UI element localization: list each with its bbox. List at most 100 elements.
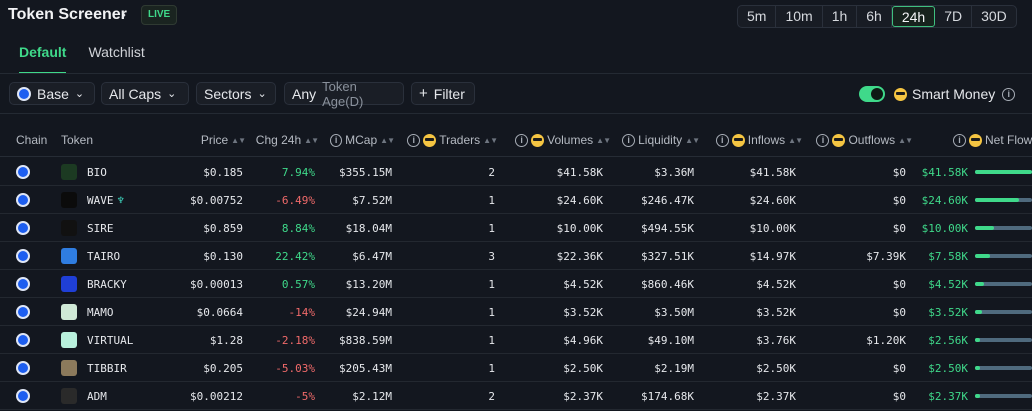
cell-liquidity: $3.36M: [654, 166, 694, 179]
timeframe-7d[interactable]: 7D: [935, 6, 973, 27]
cell-price: $0.130: [203, 250, 243, 263]
cell-netflow: $10.00K: [921, 222, 968, 235]
table-row[interactable]: WAVE ♆ $0.00752 -6.49% $7.52M 1 $24.60K $246.47…: [0, 186, 1032, 214]
col-inflows[interactable]: i Inflows ▲▼: [710, 133, 803, 147]
token-name[interactable]: TAIRO: [87, 250, 120, 263]
chain-dropdown[interactable]: Base ⌄: [9, 82, 95, 105]
cell-chg: 0.57%: [281, 278, 315, 291]
token-name[interactable]: WAVE ♆: [87, 194, 124, 207]
table-row[interactable]: TAIRO $0.130 22.42% $6.47M 3 $22.36K $327.51K $…: [0, 242, 1032, 270]
info-icon[interactable]: i: [816, 133, 830, 147]
table-row[interactable]: VIRTUAL $1.28 -2.18% $838.59M 1 $4.96K $49.10M…: [0, 326, 1032, 354]
cell-mcap: $2.12M: [352, 390, 392, 403]
netflow-bar-fill: [975, 338, 981, 342]
smart-money-icon: [832, 133, 846, 147]
sort-icon: ▲▼: [898, 135, 913, 145]
cell-netflow: $2.50K: [928, 362, 968, 375]
token-age-label: Token Age(D): [322, 78, 364, 109]
token-symbol: BIO: [87, 166, 107, 179]
filter-button-label: Filter: [433, 85, 465, 102]
timeframe-5m[interactable]: 5m: [738, 6, 777, 27]
info-icon[interactable]: i: [953, 133, 966, 147]
token-name[interactable]: VIRTUAL: [87, 334, 133, 347]
table-row[interactable]: TIBBIR $0.205 -5.03% $205.43M 1 $2.50K $2.19M $…: [0, 354, 1032, 382]
col-liquidity[interactable]: i Liquidity ▲▼: [618, 133, 700, 147]
chevron-down-icon: ⌄: [167, 88, 177, 100]
cell-price: $0.185: [203, 166, 243, 179]
info-icon[interactable]: i: [622, 133, 636, 147]
cell-outflows: $0: [892, 306, 906, 319]
info-icon[interactable]: i: [715, 133, 729, 147]
table-row[interactable]: SIRE $0.859 8.84% $18.04M 1 $10.00K $494.55K $1…: [0, 214, 1032, 242]
cell-liquidity: $49.10M: [647, 334, 694, 347]
token-name[interactable]: BIO: [87, 166, 107, 179]
page-title[interactable]: Token Screener: [8, 6, 127, 24]
smart-money-icon: [894, 87, 907, 101]
chevron-right-icon[interactable]: ›: [121, 6, 126, 23]
timeframe-1h[interactable]: 1h: [823, 6, 858, 27]
tab-watchlist[interactable]: Watchlist: [88, 44, 144, 74]
cell-traders: 1: [488, 222, 495, 235]
info-icon[interactable]: i: [330, 133, 343, 147]
cell-netflow: $2.56K: [928, 334, 968, 347]
col-traders-label: Traders: [439, 133, 481, 147]
col-outflows[interactable]: i Outflows ▲▼: [812, 133, 913, 147]
token-symbol: BRACKY: [87, 278, 127, 291]
cell-mcap: $7.52M: [352, 194, 392, 207]
col-price[interactable]: Price ▲▼: [200, 133, 246, 147]
token-age-input[interactable]: Any Token Age(D): [284, 79, 404, 109]
timeframe-30d[interactable]: 30D: [972, 6, 1016, 27]
cell-traders: 1: [488, 306, 495, 319]
cell-inflows: $4.52K: [756, 278, 796, 291]
token-name[interactable]: SIRE: [87, 222, 114, 235]
timeframe-10m[interactable]: 10m: [776, 6, 823, 27]
timeframe-24h[interactable]: 24h: [891, 6, 936, 27]
cell-mcap: $355.15M: [339, 166, 392, 179]
token-name[interactable]: MAMO: [87, 306, 114, 319]
table-row[interactable]: BIO $0.185 7.94% $355.15M 2 $41.58K $3.36M $41.…: [0, 158, 1032, 186]
token-logo-icon: [61, 192, 77, 208]
cell-volumes: $22.36K: [556, 250, 603, 263]
col-chg24h-label: Chg 24h: [255, 133, 302, 147]
col-volumes[interactable]: i Volumes ▲▼: [510, 133, 611, 147]
smart-money-icon: [969, 133, 982, 147]
smart-money-toggle[interactable]: [859, 86, 885, 102]
token-logo-icon: [61, 276, 77, 292]
col-mcap[interactable]: i MCap ▲▼: [330, 133, 395, 147]
netflow-bar-fill: [975, 282, 985, 286]
token-name[interactable]: BRACKY: [87, 278, 127, 291]
col-netflow[interactable]: i Net Flow: [953, 133, 1032, 147]
filter-button[interactable]: + Filter: [411, 82, 475, 105]
base-chain-icon: [16, 221, 30, 235]
netflow-bar-fill: [975, 394, 981, 398]
cell-inflows: $2.37K: [756, 390, 796, 403]
sort-icon: ▲▼: [304, 135, 319, 145]
cell-chg: -5.03%: [275, 362, 315, 375]
timeframe-6h[interactable]: 6h: [857, 6, 892, 27]
token-logo-icon: [61, 248, 77, 264]
table-row[interactable]: ADM $0.00212 -5% $2.12M 2 $2.37K $174.68K $2.37…: [0, 382, 1032, 410]
smart-money-filter[interactable]: Smart Money i: [894, 86, 1016, 102]
caps-dropdown[interactable]: All Caps ⌄: [101, 82, 189, 105]
token-logo-icon: [61, 304, 77, 320]
cell-chg: -5%: [295, 390, 315, 403]
table-row[interactable]: MAMO $0.0664 -14% $24.94M 1 $3.52K $3.50M $3.52…: [0, 298, 1032, 326]
table-row[interactable]: BRACKY $0.00013 0.57% $13.20M 1 $4.52K $860.46…: [0, 270, 1032, 298]
cell-chg: 22.42%: [275, 250, 315, 263]
token-name[interactable]: ADM: [87, 390, 107, 403]
cell-chg: 8.84%: [281, 222, 315, 235]
col-chg24h[interactable]: Chg 24h ▲▼: [253, 133, 319, 147]
cell-traders: 2: [488, 390, 495, 403]
divider: [0, 113, 1032, 114]
netflow-bar: [975, 254, 1032, 258]
token-symbol: MAMO: [87, 306, 114, 319]
token-name[interactable]: TIBBIR: [87, 362, 127, 375]
netflow-bar: [975, 170, 1032, 174]
sectors-dropdown[interactable]: Sectors ⌄: [196, 82, 276, 105]
cell-chg: -14%: [288, 306, 316, 319]
col-traders[interactable]: i Traders ▲▼: [407, 133, 498, 147]
tab-default[interactable]: Default: [19, 44, 67, 74]
info-icon[interactable]: i: [515, 133, 529, 147]
info-icon[interactable]: i: [407, 133, 421, 147]
info-icon[interactable]: i: [1002, 87, 1016, 101]
